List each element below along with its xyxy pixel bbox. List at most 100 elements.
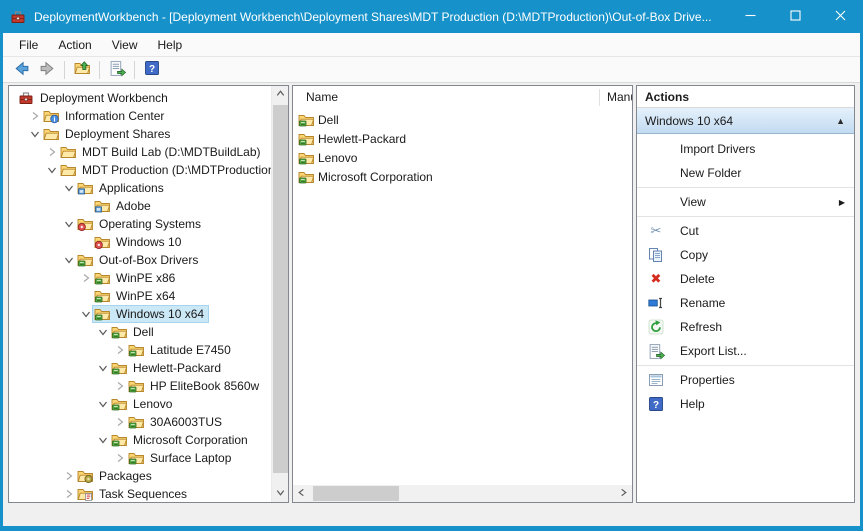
help-button[interactable]: ? <box>139 59 165 81</box>
action-copy[interactable]: Copy <box>637 243 854 267</box>
column-header-name[interactable]: Name <box>306 90 338 104</box>
tree-item-adobe[interactable]: Adobe <box>9 197 271 215</box>
expand-collapse-chevron-icon[interactable] <box>62 181 76 195</box>
action-label: View <box>680 195 706 209</box>
expand-collapse-chevron-icon[interactable] <box>28 127 42 141</box>
scrollbar-thumb[interactable] <box>273 105 288 473</box>
action-view[interactable]: View▶ <box>637 190 854 214</box>
tree-item-mdt-production-d-mdtproduction[interactable]: MDT Production (D:\MDTProduction) <box>9 161 271 179</box>
collapse-section-icon[interactable]: ▲ <box>836 116 845 126</box>
actions-separator <box>637 187 854 188</box>
scroll-down-icon <box>275 487 286 501</box>
tree-item-dell[interactable]: Dell <box>9 323 271 341</box>
action-delete[interactable]: ✖Delete <box>637 267 854 291</box>
tree-item-microsoft-corporation[interactable]: Microsoft Corporation <box>9 431 271 449</box>
tree-item-30a6003tus[interactable]: 30A6003TUS <box>9 413 271 431</box>
expand-collapse-chevron-icon[interactable] <box>62 469 76 483</box>
tree-item-hewlett-packard[interactable]: Hewlett-Packard <box>9 359 271 377</box>
list-item-label: Lenovo <box>318 151 357 165</box>
tree-item-label: Applications <box>97 180 166 196</box>
share-folder-icon <box>43 126 59 142</box>
menu-view[interactable]: View <box>102 33 148 56</box>
no-icon <box>647 141 665 157</box>
tree-item-windows-10-x64[interactable]: Windows 10 x64 <box>9 305 271 323</box>
tree-item-packages[interactable]: Packages <box>9 467 271 485</box>
action-properties[interactable]: Properties <box>637 368 854 392</box>
tree-item-out-of-box-drivers[interactable]: Out-of-Box Drivers <box>9 251 271 269</box>
tree-item-windows-10[interactable]: Windows 10 <box>9 233 271 251</box>
svg-text:?: ? <box>149 64 155 75</box>
tree-item-surface-laptop[interactable]: Surface Laptop <box>9 449 271 467</box>
tree-item-applications[interactable]: Applications <box>9 179 271 197</box>
tree-item-winpe-x64[interactable]: WinPE x64 <box>9 287 271 305</box>
scroll-right-button[interactable] <box>615 485 632 502</box>
list-item-hewlett-packard[interactable]: Hewlett-Packard <box>293 129 632 148</box>
tree-item-hp-elitebook-8560w[interactable]: HP EliteBook 8560w <box>9 377 271 395</box>
tree-item-content: HP EliteBook 8560w <box>127 378 263 394</box>
expand-collapse-chevron-icon[interactable] <box>79 307 93 321</box>
expand-collapse-chevron-icon[interactable] <box>113 379 127 393</box>
export-list-button[interactable] <box>104 59 130 81</box>
tree-vertical-scrollbar[interactable] <box>271 86 288 502</box>
tree-item-label: WinPE x86 <box>114 270 177 286</box>
up-one-level-button[interactable] <box>69 59 95 81</box>
expand-collapse-chevron-icon[interactable] <box>96 433 110 447</box>
tree-item-deployment-workbench[interactable]: Deployment Workbench <box>9 89 271 107</box>
action-label: Cut <box>680 224 699 238</box>
action-rename[interactable]: Rename <box>637 291 854 315</box>
column-header-manufacturer[interactable]: Manu <box>607 90 633 104</box>
minimize-button[interactable] <box>728 0 773 33</box>
tree-item-lenovo[interactable]: Lenovo <box>9 395 271 413</box>
info-folder-icon: i <box>43 108 59 124</box>
close-button[interactable] <box>818 0 863 33</box>
tree-item-label: Out-of-Box Drivers <box>97 252 200 268</box>
expand-collapse-chevron-icon[interactable] <box>45 163 59 177</box>
tree-item-deployment-shares[interactable]: Deployment Shares <box>9 125 271 143</box>
list-item-microsoft-corporation[interactable]: Microsoft Corporation <box>293 167 632 186</box>
action-help[interactable]: ?Help <box>637 392 854 416</box>
tree-item-information-center[interactable]: iInformation Center <box>9 107 271 125</box>
expand-collapse-chevron-icon[interactable] <box>28 109 42 123</box>
expand-collapse-chevron-icon[interactable] <box>113 343 127 357</box>
column-divider[interactable] <box>599 89 600 106</box>
expand-collapse-chevron-icon[interactable] <box>62 217 76 231</box>
back-button[interactable] <box>8 59 34 81</box>
tree-item-operating-systems[interactable]: Operating Systems <box>9 215 271 233</box>
action-new-folder[interactable]: New Folder <box>637 161 854 185</box>
menu-file[interactable]: File <box>9 33 48 56</box>
expand-collapse-chevron-icon[interactable] <box>62 487 76 501</box>
action-cut[interactable]: ✂Cut <box>637 219 854 243</box>
deployment-workbench-window: DeploymentWorkbench - [Deployment Workbe… <box>0 0 863 531</box>
expand-collapse-chevron-icon[interactable] <box>113 415 127 429</box>
scroll-left-button[interactable] <box>293 485 310 502</box>
expand-collapse-chevron-icon[interactable] <box>96 361 110 375</box>
up-one-level-icon <box>74 60 90 79</box>
action-refresh[interactable]: Refresh <box>637 315 854 339</box>
expand-collapse-chevron-icon[interactable] <box>96 397 110 411</box>
scroll-down-button[interactable] <box>272 485 289 502</box>
list-horizontal-scrollbar[interactable] <box>293 485 632 502</box>
tree-item-mdt-build-lab-d-mdtbuildlab[interactable]: MDT Build Lab (D:\MDTBuildLab) <box>9 143 271 161</box>
tree-item-task-sequences[interactable]: Task Sequences <box>9 485 271 502</box>
action-export-list[interactable]: Export List... <box>637 339 854 363</box>
list-item-lenovo[interactable]: Lenovo <box>293 148 632 167</box>
driver-folder-icon <box>298 112 314 128</box>
expand-collapse-chevron-icon[interactable] <box>79 271 93 285</box>
expand-collapse-chevron-icon[interactable] <box>45 145 59 159</box>
tree-item-latitude-e7450[interactable]: Latitude E7450 <box>9 341 271 359</box>
expand-collapse-chevron-icon[interactable] <box>62 253 76 267</box>
forward-button[interactable] <box>34 59 60 81</box>
tree-item-winpe-x86[interactable]: WinPE x86 <box>9 269 271 287</box>
maximize-button[interactable] <box>773 0 818 33</box>
tree-item-content: Packages <box>76 468 156 484</box>
menu-action[interactable]: Action <box>48 33 101 56</box>
scrollbar-thumb[interactable] <box>313 486 399 501</box>
list-item-dell[interactable]: Dell <box>293 110 632 129</box>
action-label: Refresh <box>680 320 722 334</box>
menu-help[interactable]: Help <box>148 33 193 56</box>
expand-collapse-chevron-icon[interactable] <box>96 325 110 339</box>
action-import-drivers[interactable]: Import Drivers <box>637 137 854 161</box>
scroll-up-button[interactable] <box>272 86 289 103</box>
actions-section-header[interactable]: Windows 10 x64 ▲ <box>637 108 854 134</box>
expand-collapse-chevron-icon[interactable] <box>113 451 127 465</box>
